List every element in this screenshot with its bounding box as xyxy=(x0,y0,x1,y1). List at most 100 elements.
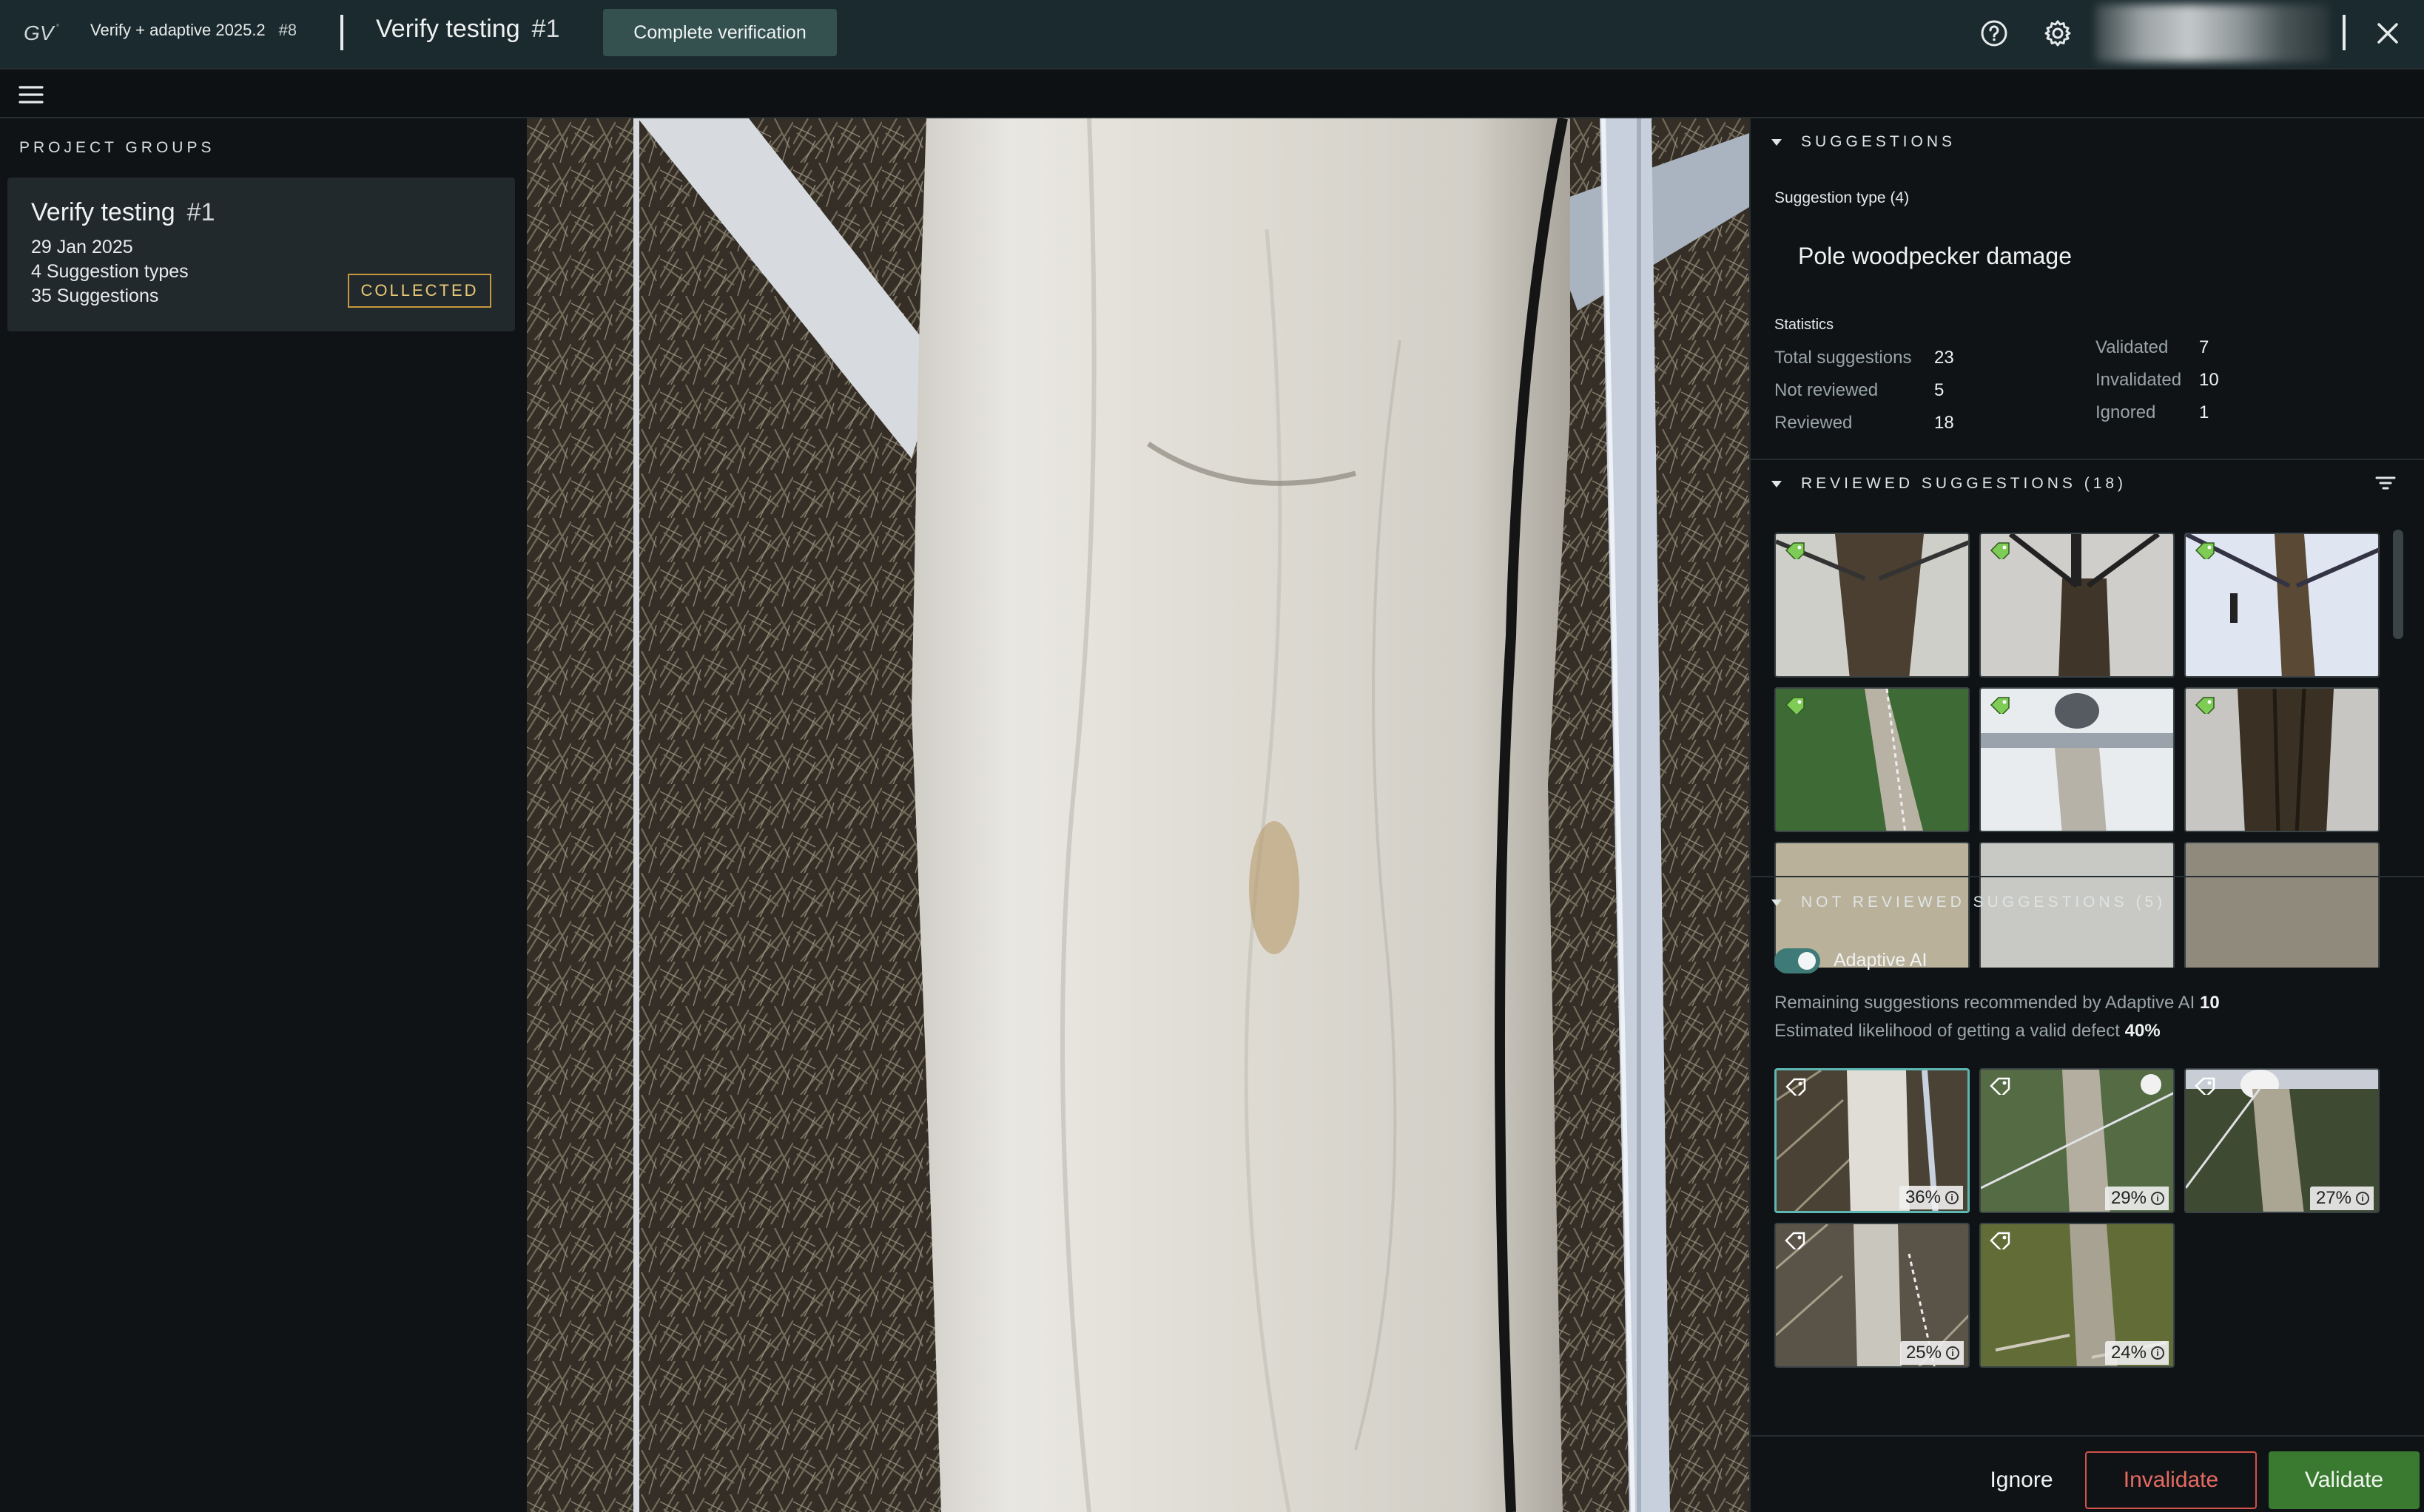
likelihood-value: 40% xyxy=(2124,1021,2161,1041)
reviewed-thumbnail[interactable] xyxy=(2184,533,2380,678)
hamburger-menu-icon[interactable] xyxy=(18,81,44,108)
section-divider xyxy=(1751,876,2424,877)
project-group-card[interactable]: Verify testing #1 29 Jan 2025 4 Suggestio… xyxy=(7,178,515,331)
header-divider-right xyxy=(2343,15,2346,50)
suggestions-section-toggle[interactable]: SUGGESTIONS xyxy=(1771,133,1956,151)
likelihood-text: Estimated likelihood of getting a valid … xyxy=(1774,1021,2161,1042)
project-groups-panel: PROJECT GROUPS Verify testing #1 29 Jan 2… xyxy=(0,118,527,1512)
stat-value: 18 xyxy=(1934,413,1954,433)
close-button[interactable] xyxy=(2371,16,2405,50)
tag-icon xyxy=(1990,542,2010,559)
collected-badge: COLLECTED xyxy=(348,274,491,308)
reviewed-thumbnail[interactable] xyxy=(1774,687,1970,832)
tag-icon xyxy=(1785,1232,1805,1249)
reviewed-thumbnail[interactable] xyxy=(1979,687,2175,832)
info-icon[interactable]: i xyxy=(1945,1191,1959,1204)
reviewed-thumbnail[interactable] xyxy=(1774,533,1970,678)
confidence-percent: 36% xyxy=(1905,1187,1941,1207)
project-groups-heading: PROJECT GROUPS xyxy=(19,139,215,156)
reviewed-scrollbar[interactable] xyxy=(2393,530,2403,639)
tag-icon xyxy=(1785,697,1805,714)
app-version-number: #8 xyxy=(278,21,297,39)
statistics-label: Statistics xyxy=(1774,317,1834,333)
image-viewer[interactable] xyxy=(527,118,1749,1512)
not-reviewed-thumbnail[interactable]: 29% i xyxy=(1979,1068,2175,1213)
reviewed-thumbnail[interactable] xyxy=(2184,687,2380,832)
app-name: Verify + adaptive 2025.2 #8 xyxy=(90,21,297,40)
stat-ignored: Ignored 1 xyxy=(2095,402,2209,423)
tag-icon xyxy=(2195,697,2215,714)
svg-text:GV: GV xyxy=(24,21,55,44)
complete-verification-button[interactable]: Complete verification xyxy=(603,9,837,56)
svg-text:°: ° xyxy=(56,24,59,32)
project-title-number: #1 xyxy=(531,15,560,43)
not-reviewed-thumbnail[interactable]: 27% i xyxy=(2184,1068,2380,1213)
reviewed-heading: REVIEWED SUGGESTIONS (18) xyxy=(1801,475,2127,492)
not-reviewed-section-toggle[interactable]: NOT REVIEWED SUGGESTIONS (5) xyxy=(1771,894,2166,911)
suggestions-heading: SUGGESTIONS xyxy=(1801,133,1956,150)
stat-label: Invalidated xyxy=(2095,370,2182,390)
stat-value: 5 xyxy=(1934,380,1945,400)
validate-button[interactable]: Validate xyxy=(2269,1451,2420,1509)
remaining-suggestions-text: Remaining suggestions recommended by Ada… xyxy=(1774,993,2220,1013)
group-title: Verify testing #1 xyxy=(31,198,215,227)
pole-image[interactable] xyxy=(527,118,1749,1512)
tag-icon xyxy=(2195,1077,2215,1095)
confidence-badge: 29% i xyxy=(2104,1187,2169,1210)
likelihood-label: Estimated likelihood of getting a valid … xyxy=(1774,1021,2120,1041)
info-icon[interactable]: i xyxy=(2356,1192,2369,1205)
gear-icon xyxy=(2044,20,2071,47)
adaptive-ai-label: Adaptive AI xyxy=(1834,950,1928,971)
reviewed-section-toggle[interactable]: REVIEWED SUGGESTIONS (18) xyxy=(1771,475,2127,493)
remaining-value: 10 xyxy=(2200,993,2220,1013)
confidence-percent: 24% xyxy=(2110,1343,2147,1363)
stat-value: 10 xyxy=(2199,370,2219,390)
filter-icon[interactable] xyxy=(2372,472,2399,494)
tag-icon xyxy=(1785,542,1805,559)
group-title-number: #1 xyxy=(186,198,215,226)
app-name-text: Verify + adaptive 2025.2 xyxy=(90,21,266,39)
section-divider xyxy=(1751,459,2424,460)
group-title-text: Verify testing xyxy=(31,198,175,226)
tag-icon xyxy=(1785,1078,1806,1096)
not-reviewed-heading: NOT REVIEWED SUGGESTIONS (5) xyxy=(1801,894,2167,911)
settings-button[interactable] xyxy=(2041,16,2075,50)
ignore-button[interactable]: Ignore xyxy=(1958,1451,2085,1509)
close-icon xyxy=(2377,23,2398,44)
stat-label: Validated xyxy=(2095,337,2169,357)
not-reviewed-thumbnail[interactable]: 24% i xyxy=(1979,1223,2175,1368)
stat-value: 23 xyxy=(1934,348,1954,368)
info-icon[interactable]: i xyxy=(1946,1346,1959,1360)
tag-icon xyxy=(1990,1077,2010,1095)
user-account-chip[interactable] xyxy=(2095,4,2329,62)
gv-logo[interactable]: GV ° xyxy=(24,21,67,46)
confidence-badge: 24% i xyxy=(2104,1341,2169,1365)
confidence-percent: 29% xyxy=(2110,1188,2147,1208)
group-suggestions-count: 35 Suggestions xyxy=(31,286,159,306)
not-reviewed-thumbnail-selected[interactable]: 36% i xyxy=(1774,1068,1970,1213)
caret-down-icon xyxy=(1771,899,1782,906)
suggestion-type-select[interactable]: Pole woodpecker damage xyxy=(1798,243,2072,270)
confidence-badge: 25% i xyxy=(1899,1341,1964,1365)
stat-label: Reviewed xyxy=(1774,413,1853,433)
caret-down-icon xyxy=(1771,480,1782,487)
stat-reviewed: Reviewed 18 xyxy=(1774,413,1954,433)
stat-label: Ignored xyxy=(2095,402,2156,422)
not-reviewed-thumbnail[interactable]: 25% i xyxy=(1774,1223,1970,1368)
confidence-percent: 27% xyxy=(2315,1188,2351,1208)
caret-down-icon xyxy=(1771,138,1782,146)
group-suggestion-types: 4 Suggestion types xyxy=(31,261,189,282)
reviewed-thumbnail[interactable] xyxy=(1979,533,2175,678)
action-footer: Ignore Invalidate Validate xyxy=(1751,1435,2424,1512)
reviewed-thumbnail[interactable] xyxy=(2184,842,2380,968)
info-icon[interactable]: i xyxy=(2151,1192,2164,1205)
thumbnail-image xyxy=(2186,843,2378,968)
top-bar: GV ° Verify + adaptive 2025.2 #8 Verify t… xyxy=(0,0,2424,68)
help-button[interactable] xyxy=(1977,16,2011,50)
stat-label: Not reviewed xyxy=(1774,380,1879,400)
adaptive-ai-toggle[interactable] xyxy=(1774,948,1820,973)
info-icon[interactable]: i xyxy=(2151,1346,2164,1360)
tag-icon xyxy=(2195,542,2215,559)
invalidate-button[interactable]: Invalidate xyxy=(2085,1451,2257,1509)
stat-invalidated: Invalidated 10 xyxy=(2095,370,2219,391)
